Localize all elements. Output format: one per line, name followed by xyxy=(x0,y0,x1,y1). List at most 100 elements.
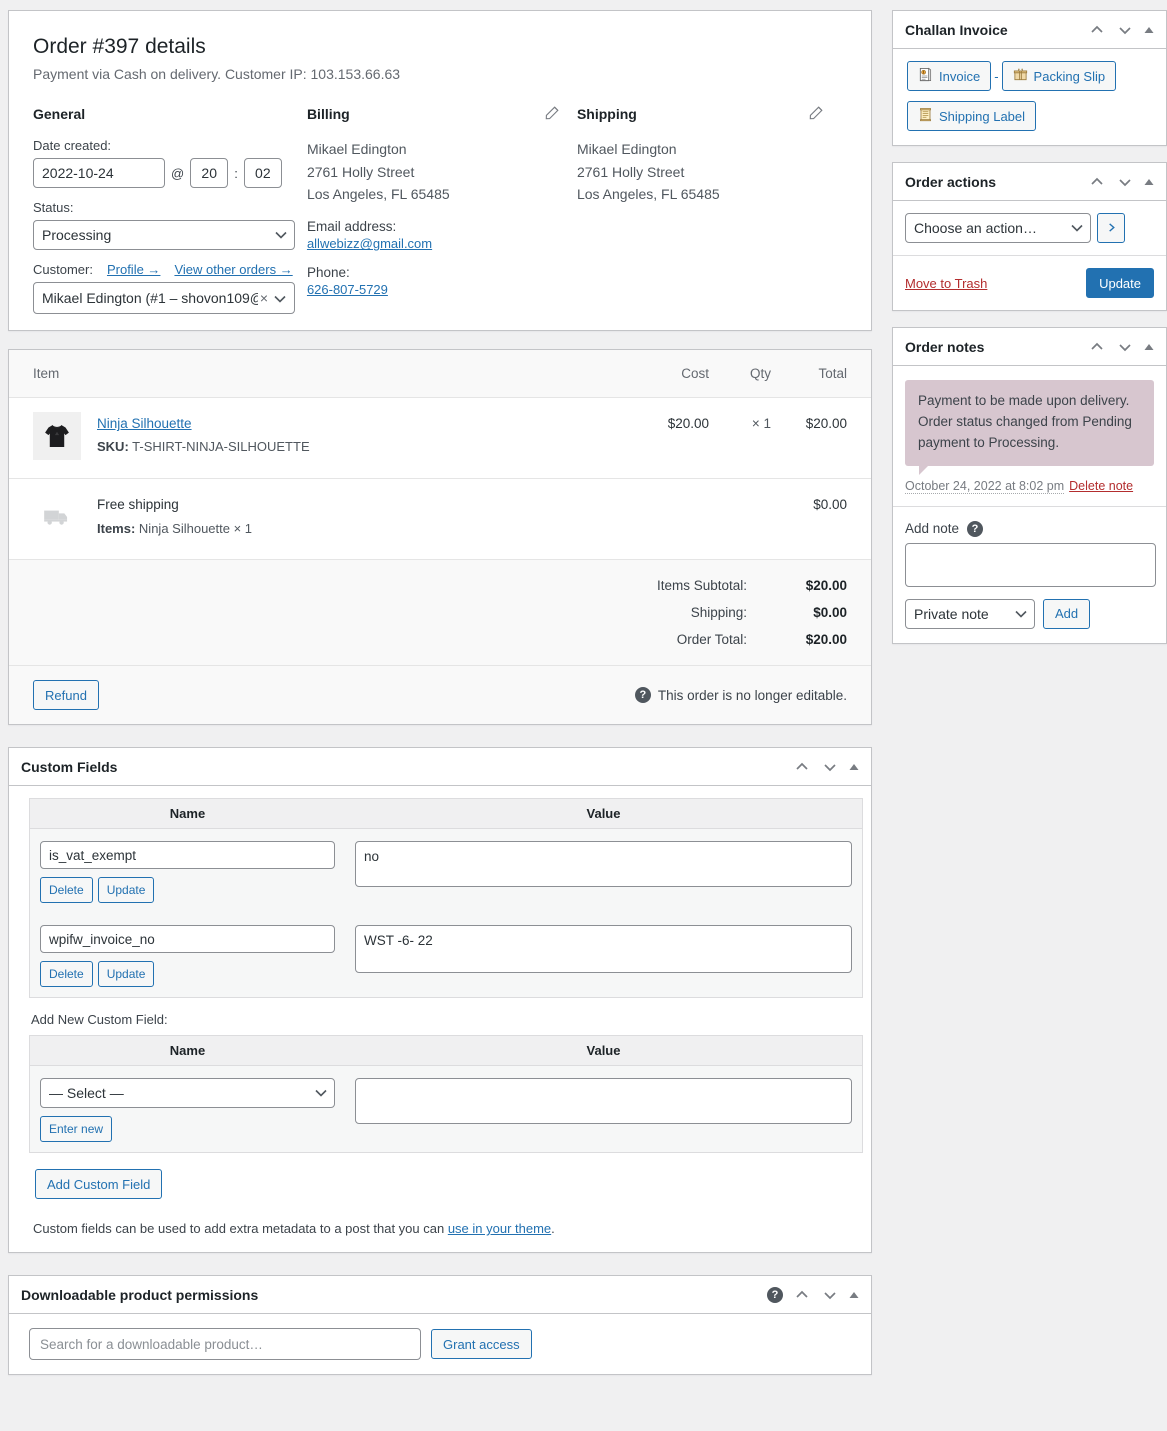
panel-title: Order actions xyxy=(905,173,997,190)
enter-new-button[interactable]: Enter new xyxy=(40,1116,113,1143)
add-custom-field-button[interactable]: Add Custom Field xyxy=(35,1169,163,1200)
status-select[interactable]: Processing xyxy=(33,220,295,251)
custom-field-name-input[interactable] xyxy=(40,841,335,870)
delete-note-link[interactable]: Delete note xyxy=(1069,479,1133,493)
custom-field-name-input[interactable] xyxy=(40,925,335,954)
add-note-section: Add note ? Private note Add xyxy=(893,507,1166,643)
downloadable-product-search-input[interactable] xyxy=(29,1328,421,1361)
note-type-select[interactable]: Private note xyxy=(905,598,1035,629)
chevron-down-icon[interactable] xyxy=(1116,173,1134,191)
refund-button[interactable]: Refund xyxy=(33,680,99,711)
chevron-down-icon[interactable] xyxy=(1116,338,1134,356)
custom-fields-table: Name Value Delete Update xyxy=(29,798,863,999)
grant-access-button[interactable]: Grant access xyxy=(431,1329,532,1360)
total-value: $20.00 xyxy=(805,578,847,594)
new-field-name-select[interactable]: — Select — xyxy=(40,1078,335,1109)
total-value: $0.00 xyxy=(813,605,847,621)
chevron-down-icon[interactable] xyxy=(1116,21,1134,39)
column-header-name: Name xyxy=(29,798,345,830)
packing-slip-button[interactable]: Packing Slip xyxy=(1001,61,1117,91)
triangle-up-icon[interactable] xyxy=(849,762,859,772)
order-item-name-link[interactable]: Ninja Silhouette xyxy=(97,416,192,431)
chevron-up-icon[interactable] xyxy=(1088,338,1106,356)
chevron-up-icon[interactable] xyxy=(1088,173,1106,191)
column-header-item: Item xyxy=(33,366,60,382)
new-field-name-select-wrap: — Select — xyxy=(40,1078,335,1109)
customer-profile-link[interactable]: Profile → xyxy=(107,262,160,277)
date-created-input[interactable] xyxy=(33,158,165,189)
order-notes-header: Order notes xyxy=(893,328,1166,366)
apply-order-action-button[interactable] xyxy=(1097,213,1125,243)
triangle-up-icon[interactable] xyxy=(1144,25,1154,35)
minute-input[interactable] xyxy=(243,158,282,189)
billing-email-link[interactable]: allwebizz@gmail.com xyxy=(307,236,432,251)
delete-custom-field-button[interactable]: Delete xyxy=(40,961,93,988)
move-to-trash-link[interactable]: Move to Trash xyxy=(905,276,987,291)
triangle-up-icon[interactable] xyxy=(1144,342,1154,352)
total-label: Items Subtotal: xyxy=(656,578,747,594)
order-data-panel: Order #397 details Payment via Cash on d… xyxy=(8,10,872,332)
add-note-textarea[interactable] xyxy=(905,542,1156,587)
order-action-select[interactable]: Choose an action… xyxy=(905,213,1091,243)
order-item-cost: $20.00 xyxy=(667,416,709,432)
help-icon[interactable]: ? xyxy=(634,687,651,704)
add-custom-field-table: Name Value — Select — Enter new xyxy=(29,1035,863,1154)
invoice-button-label: Invoice xyxy=(939,68,981,84)
custom-field-value-textarea[interactable]: no xyxy=(355,841,852,888)
at-symbol: @ xyxy=(171,165,185,181)
triangle-up-icon[interactable] xyxy=(1144,177,1154,187)
sku-value: T-SHIRT-NINJA-SILHOUETTE xyxy=(132,439,310,455)
chevron-up-icon[interactable] xyxy=(793,1286,811,1304)
edit-shipping-pencil-icon[interactable] xyxy=(809,106,823,120)
update-custom-field-button[interactable]: Update xyxy=(97,961,155,988)
billing-address-line: Mikael Edington xyxy=(306,141,407,158)
custom-field-value-textarea[interactable]: WST -6- 22 xyxy=(355,925,852,974)
column-header-value: Value xyxy=(345,1035,863,1067)
billing-phone-link[interactable]: 626-807-5729 xyxy=(307,282,388,297)
update-custom-field-button[interactable]: Update xyxy=(97,877,155,904)
customer-other-orders-link[interactable]: View other orders → xyxy=(174,262,292,277)
shipping-heading: Shipping xyxy=(576,106,637,123)
chevron-up-icon[interactable] xyxy=(1088,21,1106,39)
customer-select[interactable]: Mikael Edington (#1 – shovon109@… × xyxy=(33,282,295,315)
help-icon[interactable]: ? xyxy=(767,1286,783,1303)
new-field-value-textarea[interactable] xyxy=(355,1078,852,1125)
use-in-your-theme-link[interactable]: use in your theme xyxy=(448,1221,551,1236)
shipping-address-line: Los Angeles, FL 65485 xyxy=(576,186,720,203)
button-separator: - xyxy=(994,68,999,84)
chevron-right-icon xyxy=(1106,221,1117,236)
column-header-qty: Qty xyxy=(749,366,771,382)
chevron-down-icon[interactable] xyxy=(821,1286,839,1304)
update-order-button[interactable]: Update xyxy=(1086,268,1154,298)
chevron-down-icon[interactable] xyxy=(821,758,839,776)
shipping-items-value: Ninja Silhouette × 1 xyxy=(138,521,253,537)
edit-billing-pencil-icon[interactable] xyxy=(545,106,559,120)
shipping-label-button[interactable]: Shipping Label xyxy=(907,101,1037,131)
sku-label: SKU: xyxy=(97,439,129,455)
not-editable-notice: ? This order is no longer editable. xyxy=(634,687,847,704)
general-heading: General xyxy=(33,106,86,123)
delete-custom-field-button[interactable]: Delete xyxy=(40,877,93,904)
invoice-button[interactable]: Invoice xyxy=(907,61,992,91)
total-value: $20.00 xyxy=(805,632,847,648)
triangle-up-icon[interactable] xyxy=(849,1290,859,1300)
order-notes-list: Payment to be made upon delivery. Order … xyxy=(893,366,1166,507)
column-header-name: Name xyxy=(29,1035,345,1067)
custom-fields-header: Custom Fields xyxy=(9,748,871,787)
table-header-row: Name Value xyxy=(29,798,863,830)
custom-fields-panel: Custom Fields Name Value is_vat_exempt D… xyxy=(8,747,872,1254)
help-icon[interactable]: ? xyxy=(967,520,984,537)
footer-note-period: . xyxy=(551,1221,555,1237)
chevron-up-icon[interactable] xyxy=(793,758,811,776)
billing-column: Billing Mikael Edington 2761 Holly Stree… xyxy=(307,106,577,314)
table-header-row: Name Value xyxy=(29,1035,863,1067)
clear-customer-icon[interactable]: × xyxy=(260,290,268,306)
shipping-address-line: 2761 Holly Street xyxy=(576,163,685,180)
hour-input[interactable] xyxy=(190,158,229,189)
tshirt-thumbnail xyxy=(33,412,81,461)
order-items-header: Item Cost Qty Total xyxy=(9,350,871,399)
add-new-custom-field-label: Add New Custom Field: xyxy=(31,1012,168,1028)
date-created-label: Date created: xyxy=(33,138,112,154)
truck-icon xyxy=(33,493,81,541)
add-note-button[interactable]: Add xyxy=(1043,598,1091,629)
